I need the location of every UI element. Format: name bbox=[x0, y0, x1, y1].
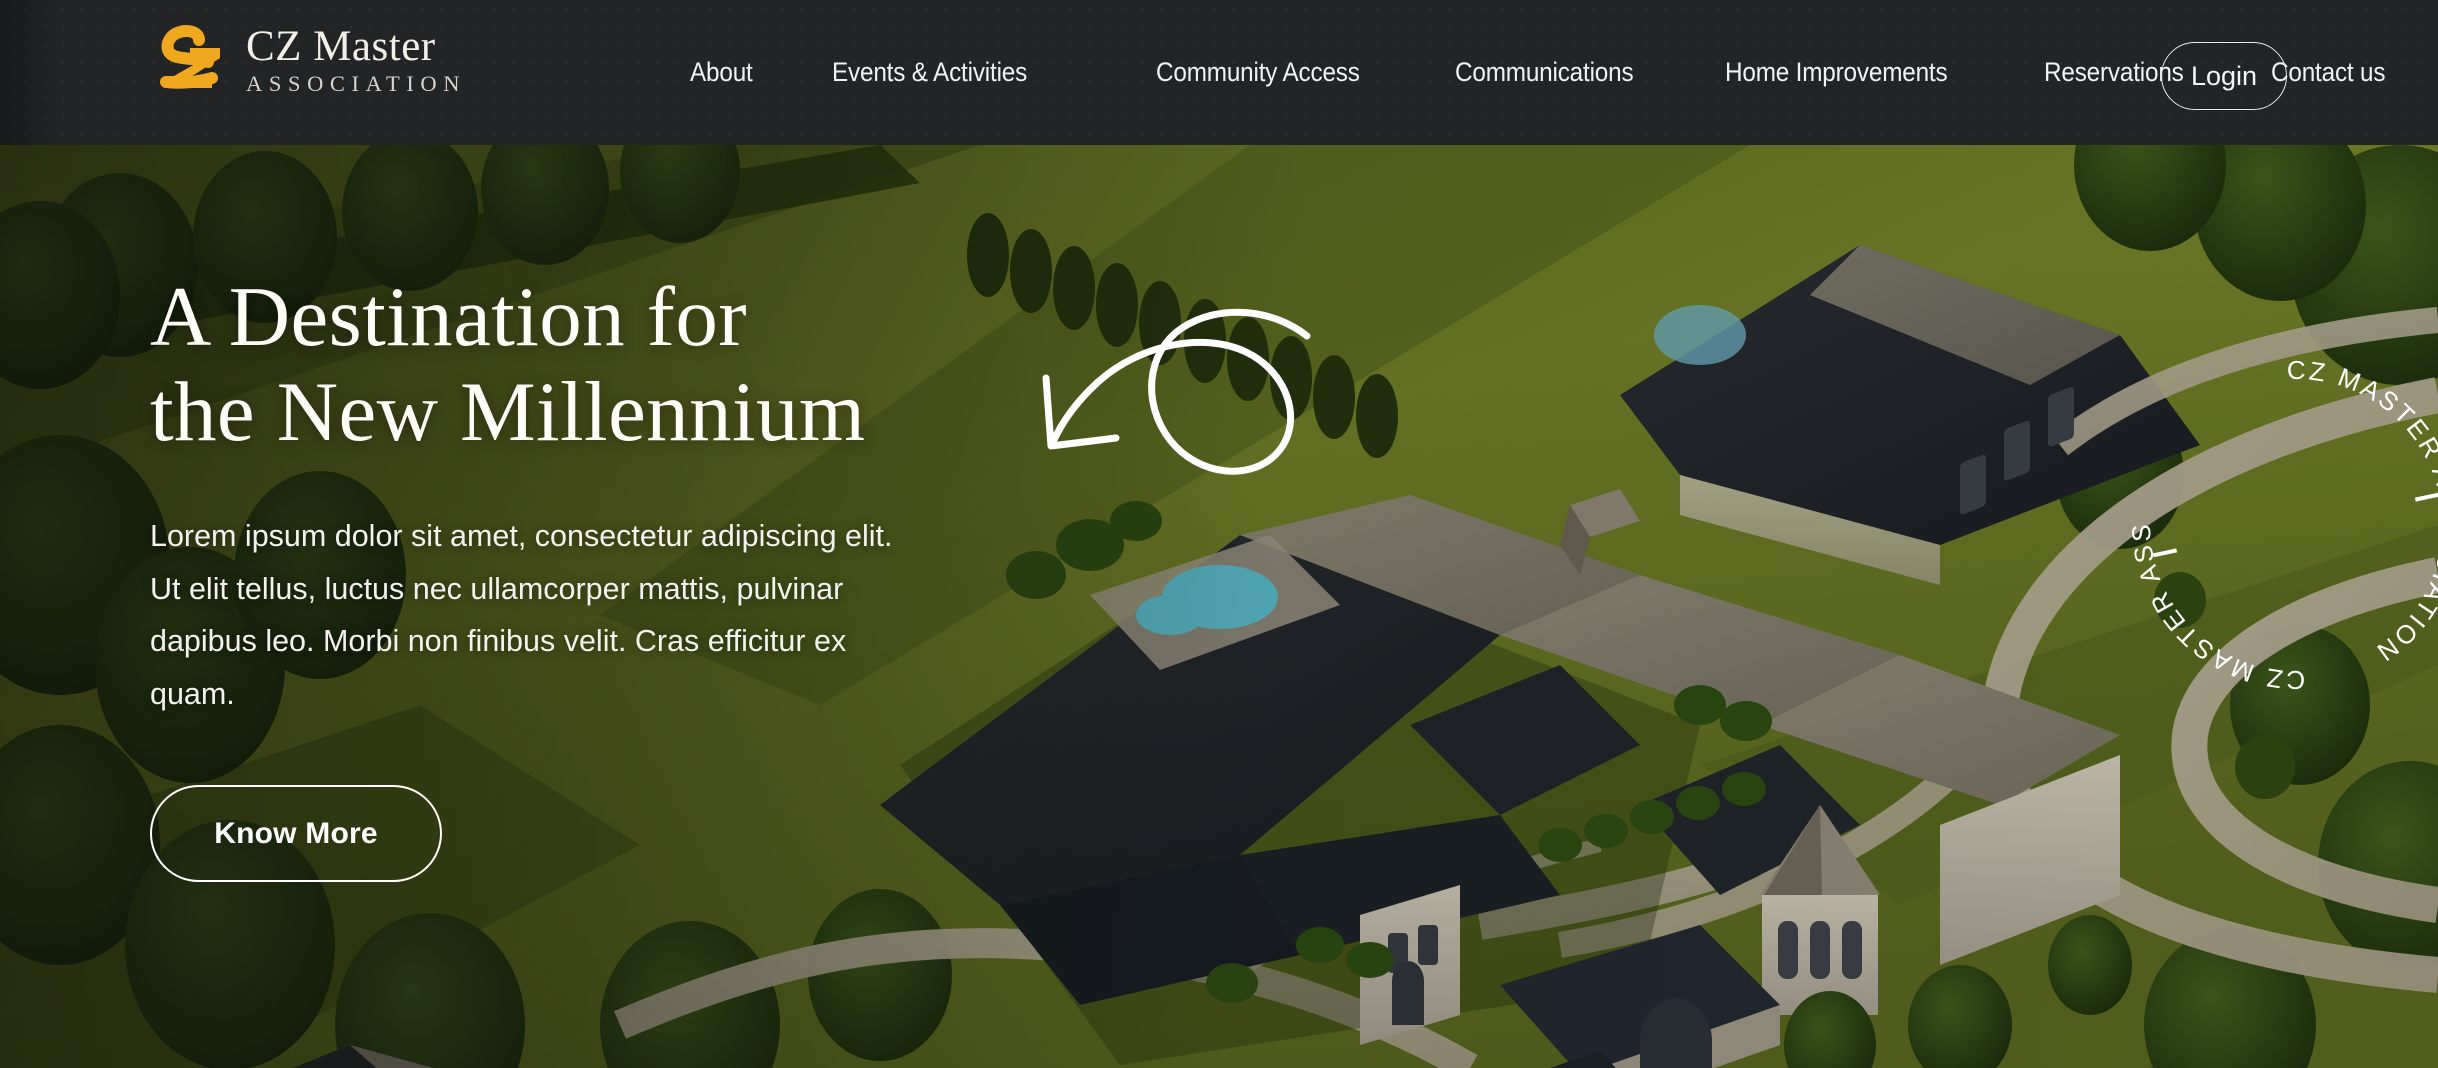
login-button[interactable]: Login bbox=[2161, 42, 2287, 110]
nav-item-community-access[interactable]: Community Access bbox=[1156, 57, 1360, 88]
hero-title: A Destination for the New Millennium bbox=[150, 270, 1150, 460]
nav-item-home-improvements[interactable]: Home Improvements bbox=[1725, 57, 1948, 88]
site-header: CZ Master ASSOCIATION About Events & Act… bbox=[0, 0, 2438, 145]
hero-title-line-1: A Destination for bbox=[150, 270, 747, 364]
nav-item-events-activities[interactable]: Events & Activities bbox=[832, 57, 1027, 88]
page-root: CZ Master ASSOCIATION About Events & Act… bbox=[0, 0, 2438, 1068]
nav-item-about[interactable]: About bbox=[690, 57, 753, 88]
know-more-button[interactable]: Know More bbox=[150, 785, 442, 883]
hero-description: Lorem ipsum dolor sit amet, consectetur … bbox=[150, 519, 893, 711]
site-logo[interactable]: CZ Master ASSOCIATION bbox=[150, 22, 466, 100]
badge-tick-marks bbox=[2152, 492, 2438, 558]
badge-text-top: CZ MASTER ASSOCIATION bbox=[2105, 321, 2306, 695]
rotating-circular-text-badge: CZ MASTER ASSOCIATION CZ MASTER ASSOCIAT… bbox=[2105, 321, 2438, 705]
nav-item-communications[interactable]: Communications bbox=[1455, 57, 1634, 88]
logo-subtitle: ASSOCIATION bbox=[246, 71, 467, 97]
logo-wordmark: CZ Master ASSOCIATION bbox=[246, 22, 467, 98]
hero-section: A Destination for the New Millennium Lor… bbox=[0, 145, 2438, 1068]
hero-title-line-2: the New Millennium bbox=[150, 365, 866, 460]
logo-title: CZ Master bbox=[246, 22, 436, 70]
cz-monogram-icon bbox=[150, 22, 232, 100]
hero-content: A Destination for the New Millennium Lor… bbox=[150, 270, 1150, 883]
main-navigation: About Events & Activities Community Acce… bbox=[690, 0, 2398, 145]
badge-text-bottom: CZ MASTER ASSOCIATION bbox=[2287, 355, 2438, 669]
nav-item-contact-us[interactable]: Contact us bbox=[2271, 57, 2386, 88]
